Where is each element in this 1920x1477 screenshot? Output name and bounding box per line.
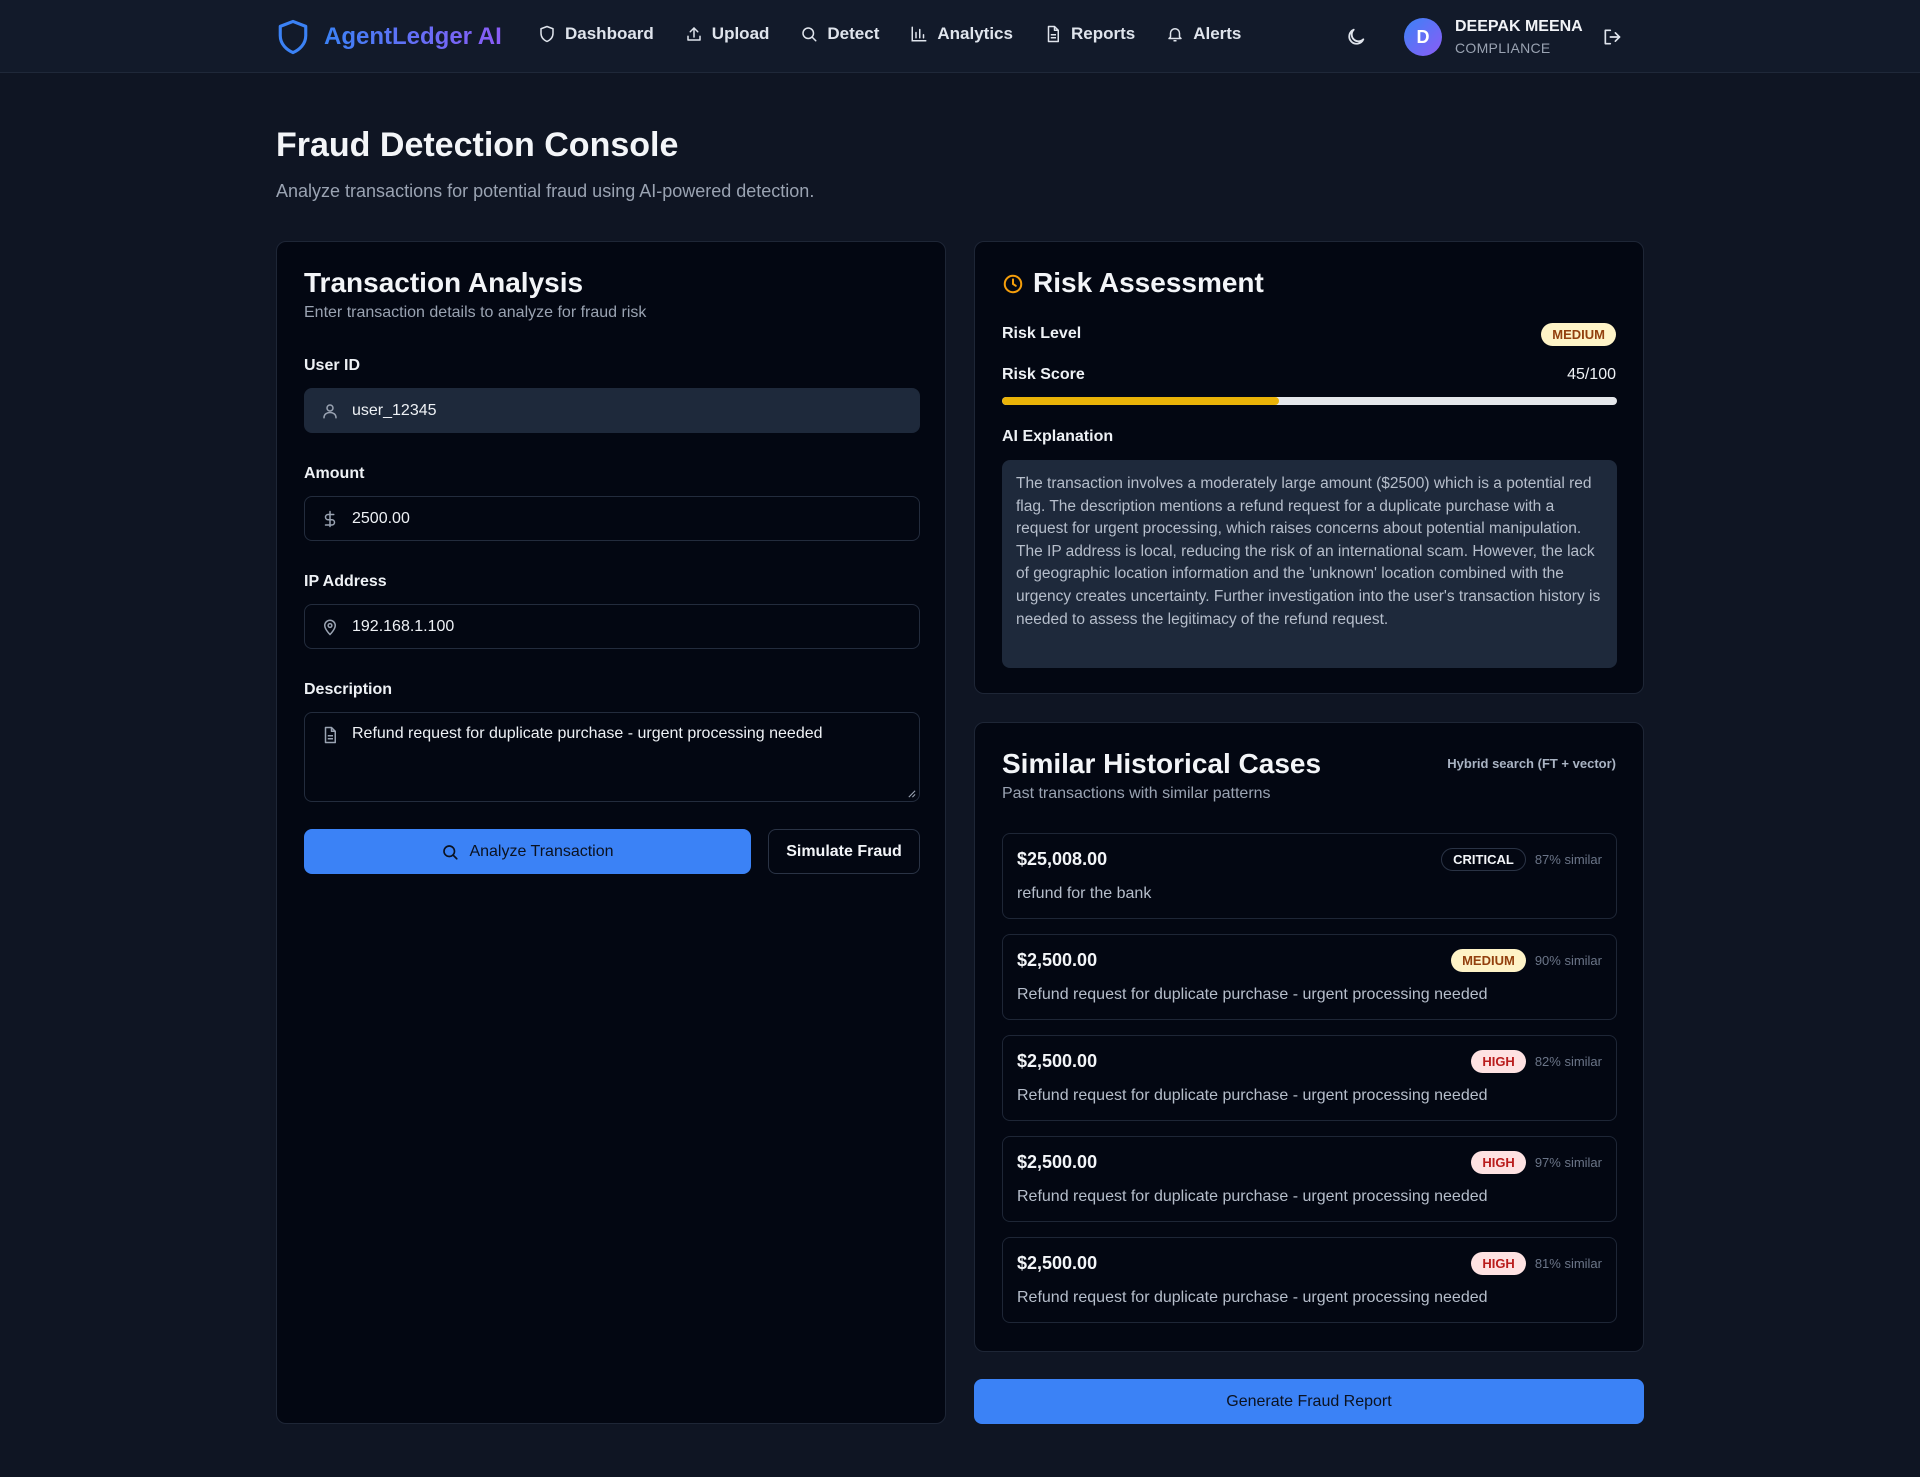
- user-id-input[interactable]: [352, 401, 912, 420]
- ai-explanation-label: AI Explanation: [1002, 428, 1114, 445]
- status-badge: HIGH: [1471, 1252, 1526, 1275]
- historical-cases-card: Similar Historical Cases Hybrid search (…: [974, 722, 1644, 1352]
- nav-detect[interactable]: Detect: [800, 24, 879, 44]
- nav-dashboard[interactable]: Dashboard: [538, 24, 654, 44]
- risk-assessment-card: Risk Assessment Risk Level MEDIUM Risk S…: [974, 241, 1644, 694]
- nav-reports-label: Reports: [1070, 24, 1136, 43]
- analysis-title: Transaction Analysis: [304, 267, 584, 298]
- nav-upload[interactable]: Upload: [685, 24, 770, 44]
- analysis-subtitle: Enter transaction details to analyze for…: [304, 304, 647, 321]
- shield-icon: [540, 25, 554, 43]
- ip-input[interactable]: [352, 617, 912, 636]
- risk-score-value: 45/100: [1567, 366, 1616, 383]
- description-field[interactable]: Refund request for duplicate purchase - …: [304, 712, 920, 802]
- nav-links: Dashboard Upload Detect Analytics Report…: [538, 24, 1241, 44]
- clock-icon: [1003, 274, 1023, 294]
- page-title: Fraud Detection Console: [276, 126, 679, 164]
- transaction-analysis-card: Transaction Analysis Enter transaction d…: [276, 241, 946, 1424]
- hybrid-search-note: Hybrid search (FT + vector): [1447, 756, 1616, 771]
- search-icon: [802, 27, 817, 42]
- search-icon: [443, 844, 459, 860]
- case-amount: $2,500.00: [1017, 1152, 1098, 1172]
- nav-detect-label: Detect: [827, 24, 880, 43]
- list-item[interactable]: $2,500.00 HIGH 97% similar Refund reques…: [1002, 1136, 1617, 1222]
- description-label: Description: [304, 681, 393, 698]
- risk-title: Risk Assessment: [1033, 267, 1264, 298]
- list-item[interactable]: $2,500.00 HIGH 81% similar Refund reques…: [1002, 1237, 1617, 1323]
- status-badge: HIGH: [1471, 1050, 1526, 1073]
- list-item[interactable]: $25,008.00 CRITICAL 87% similar refund f…: [1002, 833, 1617, 919]
- history-title: Similar Historical Cases: [1002, 748, 1322, 779]
- nav-analytics-label: Analytics: [937, 24, 1013, 43]
- bell-icon: [1168, 28, 1182, 42]
- brand-name: AgentLedger AI: [324, 23, 502, 50]
- logout-icon[interactable]: [1602, 27, 1622, 47]
- user-icon: [323, 403, 337, 418]
- location-pin-icon: [323, 619, 337, 636]
- amount-field[interactable]: [304, 496, 920, 541]
- case-similarity: 90% similar: [1534, 953, 1602, 968]
- resize-handle-icon[interactable]: [907, 789, 916, 798]
- risk-score-label: Risk Score: [1002, 366, 1085, 383]
- nav-alerts-label: Alerts: [1193, 24, 1242, 43]
- history-subtitle: Past transactions with similar patterns: [1002, 785, 1271, 802]
- risk-level-label: Risk Level: [1002, 325, 1082, 342]
- brand[interactable]: AgentLedger AI: [276, 18, 502, 56]
- risk-score-bar-fill: [1002, 397, 1279, 405]
- ai-explanation-text: The transaction involves a moderately la…: [1002, 460, 1617, 668]
- document-icon: [324, 726, 336, 744]
- case-description: refund for the bank: [1017, 885, 1152, 902]
- case-description: Refund request for duplicate purchase - …: [1017, 986, 1488, 1003]
- ip-field[interactable]: [304, 604, 920, 649]
- avatar[interactable]: D: [1404, 18, 1442, 56]
- case-amount: $25,008.00: [1017, 849, 1108, 869]
- nav-reports[interactable]: Reports: [1044, 24, 1135, 44]
- analyze-button-label: Analyze Transaction: [469, 842, 614, 860]
- nav-analytics[interactable]: Analytics: [910, 24, 1013, 44]
- status-badge: MEDIUM: [1451, 949, 1526, 972]
- page-subtitle: Analyze transactions for potential fraud…: [276, 181, 815, 201]
- user-id-field[interactable]: [304, 388, 920, 433]
- top-navbar: AgentLedger AI Dashboard Upload Detect A…: [0, 0, 1920, 73]
- case-amount: $2,500.00: [1017, 1253, 1098, 1273]
- case-amount: $2,500.00: [1017, 950, 1098, 970]
- case-similarity: 87% similar: [1534, 852, 1602, 867]
- case-description: Refund request for duplicate purchase - …: [1017, 1188, 1488, 1205]
- generate-fraud-report-button[interactable]: Generate Fraud Report: [974, 1379, 1644, 1424]
- analyze-transaction-button[interactable]: Analyze Transaction: [304, 829, 751, 874]
- nav-upload-label: Upload: [711, 24, 770, 43]
- amount-input[interactable]: [352, 509, 912, 528]
- description-textarea[interactable]: Refund request for duplicate purchase - …: [352, 724, 912, 784]
- case-similarity: 82% similar: [1534, 1054, 1602, 1069]
- status-badge: CRITICAL: [1441, 848, 1526, 871]
- status-badge: HIGH: [1471, 1151, 1526, 1174]
- user-name: DEEPAK MEENA: [1455, 18, 1583, 35]
- user-id-label: User ID: [304, 357, 361, 374]
- ip-label: IP Address: [304, 573, 387, 590]
- nav-alerts[interactable]: Alerts: [1166, 24, 1241, 44]
- dollar-icon: [324, 510, 336, 527]
- case-description: Refund request for duplicate purchase - …: [1017, 1087, 1488, 1104]
- amount-label: Amount: [304, 465, 365, 482]
- simulate-fraud-button[interactable]: Simulate Fraud: [768, 829, 920, 874]
- list-item[interactable]: $2,500.00 MEDIUM 90% similar Refund requ…: [1002, 934, 1617, 1020]
- list-item[interactable]: $2,500.00 HIGH 82% similar Refund reques…: [1002, 1035, 1617, 1121]
- shield-logo-icon: [278, 19, 308, 55]
- risk-level-badge: MEDIUM: [1541, 323, 1616, 346]
- moon-icon[interactable]: [1345, 26, 1367, 48]
- document-icon: [1047, 25, 1059, 43]
- upload-icon: [687, 27, 701, 41]
- bar-chart-icon: [911, 26, 927, 42]
- case-similarity: 81% similar: [1534, 1256, 1602, 1271]
- risk-score-bar: [1002, 397, 1617, 405]
- case-description: Refund request for duplicate purchase - …: [1017, 1289, 1488, 1306]
- case-similarity: 97% similar: [1534, 1155, 1602, 1170]
- nav-dashboard-label: Dashboard: [565, 24, 654, 43]
- user-role: COMPLIANCE: [1455, 40, 1551, 56]
- case-amount: $2,500.00: [1017, 1051, 1098, 1071]
